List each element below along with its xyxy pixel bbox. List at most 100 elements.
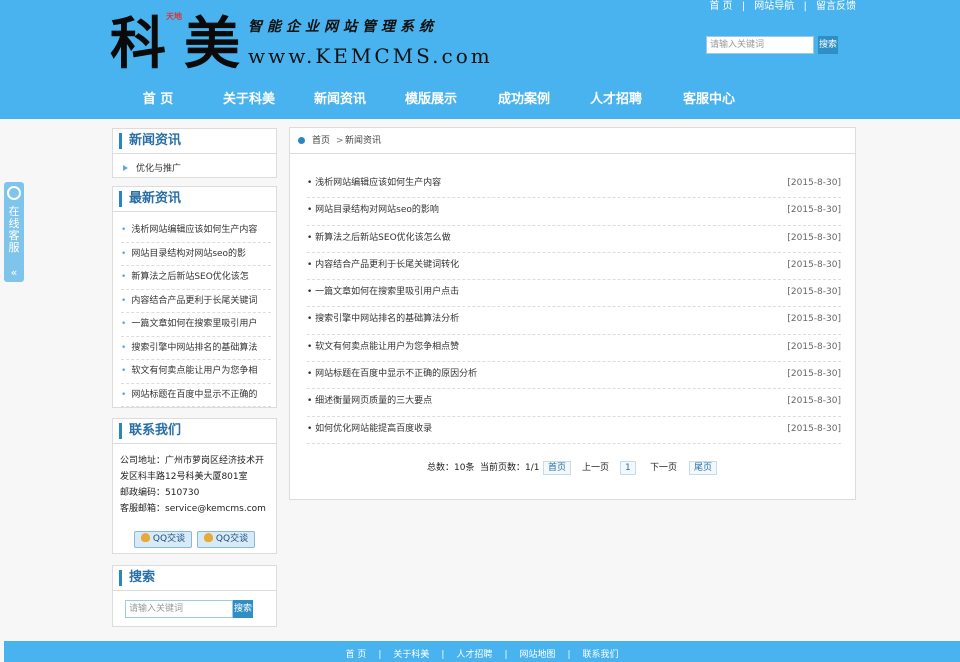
top-link-separator: | [741,1,746,12]
online-service-tab[interactable]: 在线客服 « [4,182,24,282]
category-item-label: 优化与推广 [136,164,182,174]
qq-chat-button[interactable]: QQ交谈 [197,531,255,548]
news-date: [2015-8-30] [787,396,841,407]
news-row[interactable]: 新算法之后新站SEO优化该怎么做 [2015-8-30] [307,226,841,253]
news-date: [2015-8-30] [787,232,841,243]
news-category-box: 新闻资讯 优化与推广 [112,128,277,178]
footer-separator: | [378,650,382,660]
nav-item-cases[interactable]: 成功案例 [484,88,564,112]
news-row[interactable]: 浅析网站编辑应该如何生产内容 [2015-8-30] [307,171,841,199]
qq-chat-label: QQ交谈 [152,534,186,544]
breadcrumb-current[interactable]: 新闻资讯 [345,128,381,154]
footer-separator: | [504,650,508,660]
latest-news-item[interactable]: 浅析网站编辑应该如何生产内容 [121,219,271,243]
latest-news-item[interactable]: 搜索引擎中网站排名的基础算法 [121,337,271,360]
pager-last-button[interactable]: 尾页 [689,461,718,475]
news-row[interactable]: 细述衡量网页质量的三大要点 [2015-8-30] [307,389,841,417]
sidebar-search-button[interactable]: 搜索 [233,600,253,618]
footer-link-jobs[interactable]: 人才招聘 [456,650,492,660]
news-row[interactable]: 网站标题在百度中显示不正确的原因分析 [2015-8-30] [307,362,841,390]
news-row[interactable]: 网站目录结构对网站seo的影响 [2015-8-30] [307,198,841,226]
news-date: [2015-8-30] [787,178,841,188]
header-search: 请输入关键词 搜索 [706,36,838,54]
qq-chat-button[interactable]: QQ交谈 [134,531,192,548]
news-title[interactable]: 软文有何卖点能让用户为您争相点赞 [307,335,459,359]
main-content: 首页 > 新闻资讯 浅析网站编辑应该如何生产内容 [2015-8-30] 网站目录… [289,127,856,500]
sidebar-search-input[interactable]: 请输入关键词 [125,600,233,618]
breadcrumb-home[interactable]: 首页 [312,128,330,154]
news-date: [2015-8-30] [787,314,841,325]
news-date: [2015-8-30] [787,369,841,380]
news-title[interactable]: 细述衡量网页质量的三大要点 [307,389,432,413]
sidebar-search-header: 搜索 [113,566,276,591]
nav-item-news[interactable]: 新闻资讯 [300,88,380,112]
logo-url: www.KEMCMS.com [248,44,493,68]
contact-postcode: 邮政编码：510730 [120,488,200,498]
collapse-arrow-icon: « [10,266,18,279]
news-date: [2015-8-30] [787,423,841,434]
latest-news-item[interactable]: 软文有何卖点能让用户为您争相 [121,360,271,384]
news-list: 浅析网站编辑应该如何生产内容 [2015-8-30] 网站目录结构对网站seo的影… [307,171,841,444]
logo-char-mei: 美 [184,11,240,77]
news-category-header: 新闻资讯 [113,129,276,154]
news-title[interactable]: 搜索引擎中网站排名的基础算法分析 [307,307,459,331]
news-title[interactable]: 新算法之后新站SEO优化该怎么做 [307,226,450,250]
contact-address-line-2: 发区科丰路12号科美大厦801室 [120,472,248,482]
news-title[interactable]: 内容结合产品更利于长尾关键词转化 [307,253,459,277]
pager-next-button[interactable]: 下一页 [650,461,677,475]
nav-item-about[interactable]: 关于科美 [209,88,289,112]
contact-email: 客服邮箱：service@kemcms.com [120,504,266,514]
footer-separator: | [567,650,571,660]
contact-title: 联系我们 [119,423,181,439]
latest-news-item[interactable]: 网站目录结构对网站seo的影 [121,243,271,266]
footer-link-about[interactable]: 关于科美 [393,650,429,660]
latest-news-item[interactable]: 新算法之后新站SEO优化该怎 [121,266,271,290]
contact-box: 联系我们 公司地址：广州市萝岗区经济技术开 发区科丰路12号科美大厦801室 邮… [112,418,277,554]
top-link-feedback[interactable]: 留言反馈 [816,1,856,12]
pager-current: 当前页数：1/1 [480,463,540,473]
qq-chat-label: QQ交谈 [215,534,249,544]
top-link-sitemap[interactable]: 网站导航 [754,1,794,12]
latest-news-box: 最新资讯 浅析网站编辑应该如何生产内容 网站目录结构对网站seo的影 新算法之后… [112,186,277,408]
site-header: 首 页 | 网站导航 | 留言反馈 科 天地 美 智能企业网站管理系统 www.… [0,0,960,119]
logo-tagline: 智能企业网站管理系统 [248,19,438,35]
news-title[interactable]: 如何优化网站能提高百度收录 [307,417,432,441]
news-title[interactable]: 网站标题在百度中显示不正确的原因分析 [307,362,477,386]
latest-news-item[interactable]: 一篇文章如何在搜索里吸引用户 [121,313,271,337]
logo-badge: 天地 [166,12,182,21]
news-row[interactable]: 搜索引擎中网站排名的基础算法分析 [2015-8-30] [307,307,841,335]
news-row[interactable]: 软文有何卖点能让用户为您争相点赞 [2015-8-30] [307,335,841,363]
news-date: [2015-8-30] [787,341,841,352]
latest-news-item[interactable]: 内容结合产品更利于长尾关键词 [121,290,271,313]
footer-link-sitemap[interactable]: 网站地图 [519,650,555,660]
nav-item-templates[interactable]: 模版展示 [391,88,471,112]
breadcrumb-separator: > [336,136,344,146]
category-item[interactable]: 优化与推广 [123,161,181,174]
pager-page-1[interactable]: 1 [620,461,636,475]
news-title[interactable]: 一篇文章如何在搜索里吸引用户点击 [307,280,459,304]
qq-penguin-icon [140,533,150,542]
site-logo[interactable]: 科 天地 美 智能企业网站管理系统 www.KEMCMS.com [110,11,493,77]
nav-item-jobs[interactable]: 人才招聘 [576,88,656,112]
nav-item-home[interactable]: 首 页 [118,88,198,112]
breadcrumb: 首页 > 新闻资讯 [290,128,855,154]
top-links: 首 页 | 网站导航 | 留言反馈 [709,0,856,14]
sidebar-search-box: 搜索 请输入关键词 搜索 [112,565,277,627]
top-link-home[interactable]: 首 页 [709,1,732,12]
latest-news-title: 最新资讯 [119,191,181,207]
news-row[interactable]: 如何优化网站能提高百度收录 [2015-8-30] [307,417,841,444]
footer-link-contact[interactable]: 联系我们 [583,650,619,660]
news-title[interactable]: 网站目录结构对网站seo的影响 [307,198,439,222]
footer-link-home[interactable]: 首 页 [345,650,366,660]
news-date: [2015-8-30] [787,259,841,270]
header-search-button[interactable]: 搜索 [818,36,838,54]
news-row[interactable]: 一篇文章如何在搜索里吸引用户点击 [2015-8-30] [307,280,841,308]
news-title[interactable]: 浅析网站编辑应该如何生产内容 [307,171,441,195]
pager-first-button[interactable]: 首页 [543,461,572,475]
pager-prev-button[interactable]: 上一页 [582,461,609,475]
nav-item-service[interactable]: 客服中心 [669,88,749,112]
triangle-bullet-icon [123,165,128,171]
header-search-input[interactable]: 请输入关键词 [706,36,814,54]
latest-news-item[interactable]: 网站标题在百度中显示不正确的 [121,384,271,407]
news-row[interactable]: 内容结合产品更利于长尾关键词转化 [2015-8-30] [307,253,841,281]
